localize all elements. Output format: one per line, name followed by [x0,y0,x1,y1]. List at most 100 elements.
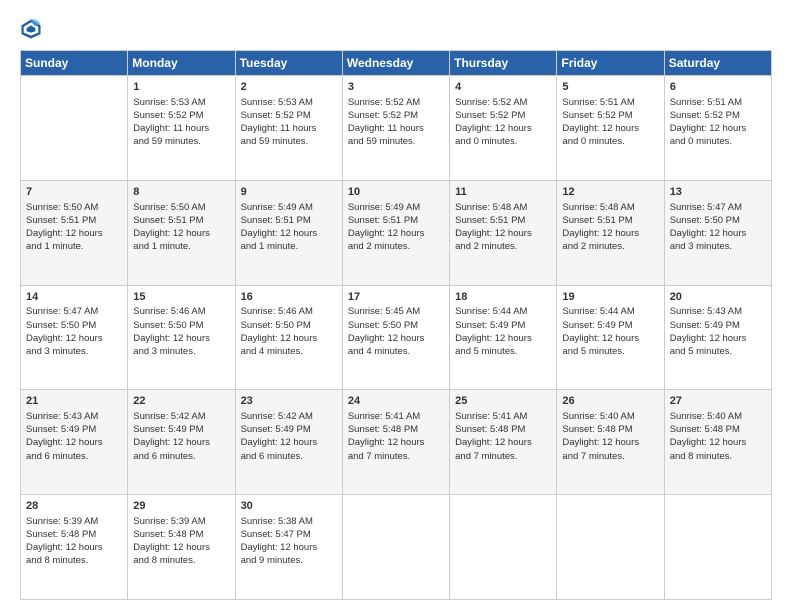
calendar-cell: 6Sunrise: 5:51 AM Sunset: 5:52 PM Daylig… [664,76,771,181]
weekday-header-thursday: Thursday [450,51,557,76]
logo-icon [20,18,42,40]
day-number: 30 [241,499,337,514]
day-info: Sunrise: 5:52 AM Sunset: 5:52 PM Dayligh… [348,96,444,148]
calendar-cell [557,495,664,600]
day-info: Sunrise: 5:50 AM Sunset: 5:51 PM Dayligh… [26,201,122,253]
calendar-cell: 10Sunrise: 5:49 AM Sunset: 5:51 PM Dayli… [342,180,449,285]
day-info: Sunrise: 5:39 AM Sunset: 5:48 PM Dayligh… [133,515,229,567]
day-info: Sunrise: 5:53 AM Sunset: 5:52 PM Dayligh… [241,96,337,148]
calendar-cell: 13Sunrise: 5:47 AM Sunset: 5:50 PM Dayli… [664,180,771,285]
calendar-cell: 8Sunrise: 5:50 AM Sunset: 5:51 PM Daylig… [128,180,235,285]
day-number: 9 [241,185,337,200]
day-info: Sunrise: 5:41 AM Sunset: 5:48 PM Dayligh… [348,410,444,462]
day-number: 23 [241,394,337,409]
day-info: Sunrise: 5:53 AM Sunset: 5:52 PM Dayligh… [133,96,229,148]
weekday-header-saturday: Saturday [664,51,771,76]
day-info: Sunrise: 5:41 AM Sunset: 5:48 PM Dayligh… [455,410,551,462]
day-number: 19 [562,290,658,305]
week-row-1: 7Sunrise: 5:50 AM Sunset: 5:51 PM Daylig… [21,180,772,285]
day-info: Sunrise: 5:51 AM Sunset: 5:52 PM Dayligh… [670,96,766,148]
day-number: 3 [348,80,444,95]
day-info: Sunrise: 5:49 AM Sunset: 5:51 PM Dayligh… [348,201,444,253]
day-number: 6 [670,80,766,95]
weekday-header-monday: Monday [128,51,235,76]
day-number: 16 [241,290,337,305]
day-number: 22 [133,394,229,409]
calendar-cell: 1Sunrise: 5:53 AM Sunset: 5:52 PM Daylig… [128,76,235,181]
day-info: Sunrise: 5:43 AM Sunset: 5:49 PM Dayligh… [26,410,122,462]
day-info: Sunrise: 5:39 AM Sunset: 5:48 PM Dayligh… [26,515,122,567]
weekday-header-row: SundayMondayTuesdayWednesdayThursdayFrid… [21,51,772,76]
weekday-header-tuesday: Tuesday [235,51,342,76]
day-info: Sunrise: 5:38 AM Sunset: 5:47 PM Dayligh… [241,515,337,567]
day-info: Sunrise: 5:46 AM Sunset: 5:50 PM Dayligh… [241,305,337,357]
day-number: 27 [670,394,766,409]
day-number: 11 [455,185,551,200]
day-info: Sunrise: 5:51 AM Sunset: 5:52 PM Dayligh… [562,96,658,148]
day-number: 26 [562,394,658,409]
day-info: Sunrise: 5:49 AM Sunset: 5:51 PM Dayligh… [241,201,337,253]
calendar-cell: 22Sunrise: 5:42 AM Sunset: 5:49 PM Dayli… [128,390,235,495]
day-number: 5 [562,80,658,95]
day-info: Sunrise: 5:42 AM Sunset: 5:49 PM Dayligh… [241,410,337,462]
day-number: 4 [455,80,551,95]
calendar-cell: 20Sunrise: 5:43 AM Sunset: 5:49 PM Dayli… [664,285,771,390]
day-number: 10 [348,185,444,200]
calendar-cell [450,495,557,600]
day-number: 25 [455,394,551,409]
day-info: Sunrise: 5:47 AM Sunset: 5:50 PM Dayligh… [670,201,766,253]
day-info: Sunrise: 5:48 AM Sunset: 5:51 PM Dayligh… [455,201,551,253]
calendar-cell: 16Sunrise: 5:46 AM Sunset: 5:50 PM Dayli… [235,285,342,390]
calendar-cell: 26Sunrise: 5:40 AM Sunset: 5:48 PM Dayli… [557,390,664,495]
day-number: 8 [133,185,229,200]
calendar-cell: 4Sunrise: 5:52 AM Sunset: 5:52 PM Daylig… [450,76,557,181]
day-info: Sunrise: 5:50 AM Sunset: 5:51 PM Dayligh… [133,201,229,253]
day-number: 29 [133,499,229,514]
calendar-cell: 18Sunrise: 5:44 AM Sunset: 5:49 PM Dayli… [450,285,557,390]
day-info: Sunrise: 5:44 AM Sunset: 5:49 PM Dayligh… [562,305,658,357]
logo [20,18,45,40]
header [20,18,772,40]
calendar-cell: 27Sunrise: 5:40 AM Sunset: 5:48 PM Dayli… [664,390,771,495]
day-info: Sunrise: 5:46 AM Sunset: 5:50 PM Dayligh… [133,305,229,357]
day-info: Sunrise: 5:47 AM Sunset: 5:50 PM Dayligh… [26,305,122,357]
day-info: Sunrise: 5:43 AM Sunset: 5:49 PM Dayligh… [670,305,766,357]
week-row-4: 28Sunrise: 5:39 AM Sunset: 5:48 PM Dayli… [21,495,772,600]
calendar-cell [664,495,771,600]
day-info: Sunrise: 5:52 AM Sunset: 5:52 PM Dayligh… [455,96,551,148]
calendar-cell: 12Sunrise: 5:48 AM Sunset: 5:51 PM Dayli… [557,180,664,285]
calendar-cell [342,495,449,600]
day-number: 21 [26,394,122,409]
day-number: 14 [26,290,122,305]
calendar-cell: 11Sunrise: 5:48 AM Sunset: 5:51 PM Dayli… [450,180,557,285]
calendar-cell: 7Sunrise: 5:50 AM Sunset: 5:51 PM Daylig… [21,180,128,285]
day-number: 7 [26,185,122,200]
day-info: Sunrise: 5:45 AM Sunset: 5:50 PM Dayligh… [348,305,444,357]
calendar-cell: 28Sunrise: 5:39 AM Sunset: 5:48 PM Dayli… [21,495,128,600]
calendar-cell: 3Sunrise: 5:52 AM Sunset: 5:52 PM Daylig… [342,76,449,181]
calendar-cell: 15Sunrise: 5:46 AM Sunset: 5:50 PM Dayli… [128,285,235,390]
calendar-cell: 23Sunrise: 5:42 AM Sunset: 5:49 PM Dayli… [235,390,342,495]
week-row-0: 1Sunrise: 5:53 AM Sunset: 5:52 PM Daylig… [21,76,772,181]
week-row-3: 21Sunrise: 5:43 AM Sunset: 5:49 PM Dayli… [21,390,772,495]
day-number: 13 [670,185,766,200]
day-info: Sunrise: 5:44 AM Sunset: 5:49 PM Dayligh… [455,305,551,357]
weekday-header-wednesday: Wednesday [342,51,449,76]
calendar-cell: 30Sunrise: 5:38 AM Sunset: 5:47 PM Dayli… [235,495,342,600]
day-number: 1 [133,80,229,95]
day-number: 24 [348,394,444,409]
calendar-cell [21,76,128,181]
day-number: 20 [670,290,766,305]
calendar-cell: 24Sunrise: 5:41 AM Sunset: 5:48 PM Dayli… [342,390,449,495]
calendar-cell: 21Sunrise: 5:43 AM Sunset: 5:49 PM Dayli… [21,390,128,495]
calendar-cell: 19Sunrise: 5:44 AM Sunset: 5:49 PM Dayli… [557,285,664,390]
day-number: 15 [133,290,229,305]
day-number: 2 [241,80,337,95]
calendar-table: SundayMondayTuesdayWednesdayThursdayFrid… [20,50,772,600]
calendar-cell: 2Sunrise: 5:53 AM Sunset: 5:52 PM Daylig… [235,76,342,181]
day-info: Sunrise: 5:42 AM Sunset: 5:49 PM Dayligh… [133,410,229,462]
calendar-cell: 14Sunrise: 5:47 AM Sunset: 5:50 PM Dayli… [21,285,128,390]
page: SundayMondayTuesdayWednesdayThursdayFrid… [0,0,792,612]
calendar-cell: 29Sunrise: 5:39 AM Sunset: 5:48 PM Dayli… [128,495,235,600]
day-number: 28 [26,499,122,514]
